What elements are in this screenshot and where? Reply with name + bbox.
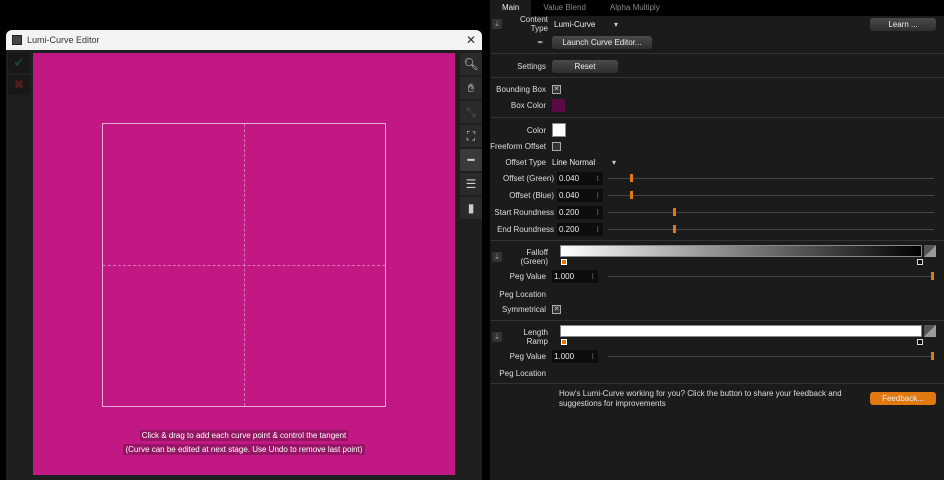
hint-line-1: Click & drag to add each curve point & c…: [139, 430, 349, 441]
gradient-tool-icon[interactable]: ▮: [460, 197, 482, 219]
slider-value-input[interactable]: 0.200: [557, 222, 603, 236]
slider-track[interactable]: [608, 191, 934, 199]
falloff-download-icon[interactable]: ⤓: [492, 252, 502, 262]
offset-type-dropdown[interactable]: Line Normal: [552, 158, 618, 167]
cancel-x-icon[interactable]: ✖: [8, 75, 30, 95]
pan-hand-icon[interactable]: ✋︎: [460, 77, 482, 99]
slider-thumb[interactable]: [629, 174, 633, 182]
falloff-ramp[interactable]: [560, 245, 922, 257]
length-peg-value-input[interactable]: 1.000: [552, 349, 598, 363]
offset-type-label: Offset Type: [505, 157, 546, 167]
bounding-box-checkbox[interactable]: ✕: [552, 84, 561, 94]
falloff-end-peg[interactable]: [917, 259, 923, 265]
length-peg-value-label: Peg Value: [509, 351, 546, 361]
slider-label: End Roundness: [497, 224, 554, 234]
properties-panel: Main Value Blend Alpha Multiply ⤓ Conten…: [490, 0, 944, 480]
title-bar: Lumi-Curve Editor ✕: [6, 30, 482, 50]
length-ramp-bar[interactable]: [560, 325, 922, 337]
feedback-text: How's Lumi-Curve working for you? Click …: [559, 389, 842, 408]
feedback-button[interactable]: Feedback...: [870, 392, 936, 405]
freeform-offset-checkbox[interactable]: [552, 141, 561, 151]
length-ramp-start-peg[interactable]: [561, 339, 567, 345]
color-swatch[interactable]: [552, 123, 566, 137]
tab-alpha-multiply[interactable]: Alpha Multiply: [598, 0, 672, 16]
slider-row: Offset (Green) 0.040: [490, 171, 944, 185]
slider-label: Offset (Green): [503, 173, 554, 183]
slider-row: End Roundness 0.200: [490, 222, 944, 236]
symmetrical-checkbox[interactable]: ✕: [552, 304, 561, 314]
reset-button[interactable]: Reset: [552, 59, 618, 73]
falloff-start-peg[interactable]: [561, 259, 567, 265]
content-type-dropdown[interactable]: Lumi-Curve: [554, 20, 620, 29]
curve-grid-box: [102, 123, 386, 407]
hint-line-2: (Curve can be edited at next stage. Use …: [123, 444, 365, 455]
slider-label: Start Roundness: [494, 207, 554, 217]
slider-row: Offset (Blue) 0.040: [490, 188, 944, 202]
falloff-peg-slider[interactable]: [608, 272, 934, 280]
freeform-offset-label: Freeform Offset: [490, 141, 546, 151]
zoom-search-icon[interactable]: 🔍︎: [460, 53, 482, 75]
slider-track[interactable]: [608, 208, 934, 216]
slider-value-input[interactable]: 0.200: [557, 205, 603, 219]
slider-track[interactable]: [608, 225, 934, 233]
box-color-swatch[interactable]: [552, 98, 565, 112]
fit-frame-icon[interactable]: ⛶: [460, 125, 482, 147]
falloff-peg-location-label: Peg Location: [499, 289, 546, 299]
symmetrical-label: Symmetrical: [501, 304, 546, 314]
slider-thumb[interactable]: [629, 191, 633, 199]
length-ramp-label: Length Ramp: [523, 328, 548, 346]
content-type-label: Content Type: [519, 15, 548, 33]
length-ramp-download-icon[interactable]: ⤓: [492, 332, 502, 342]
pen-icon: ✒: [537, 37, 544, 47]
settings-label: Settings: [517, 61, 546, 71]
confirm-check-icon[interactable]: ✔: [8, 53, 30, 73]
tab-main[interactable]: Main: [490, 0, 532, 16]
collapse-icon[interactable]: ⤡: [460, 101, 482, 123]
close-icon[interactable]: ✕: [466, 33, 476, 47]
slider-value-input[interactable]: 0.040: [557, 188, 603, 202]
window-title: Lumi-Curve Editor: [27, 35, 100, 45]
bounding-box-label: Bounding Box: [496, 84, 546, 94]
falloff-label: Falloff (Green): [520, 248, 548, 266]
launch-curve-editor-button[interactable]: Launch Curve Editor...: [552, 35, 652, 49]
learn-button[interactable]: Learn ...: [870, 17, 936, 31]
length-ramp-curve-icon[interactable]: [924, 325, 936, 337]
curve-canvas[interactable]: Click & drag to add each curve point & c…: [33, 53, 455, 475]
tab-value-blend[interactable]: Value Blend: [531, 0, 598, 16]
box-color-label: Box Color: [510, 100, 546, 110]
color-label: Color: [526, 125, 546, 135]
length-ramp-end-peg[interactable]: [917, 339, 923, 345]
slider-label: Offset (Blue): [509, 190, 554, 200]
length-peg-location-label: Peg Location: [499, 368, 546, 378]
length-peg-slider[interactable]: [608, 352, 934, 360]
multi-line-tool-icon[interactable]: ☰: [460, 173, 482, 195]
falloff-curve-icon[interactable]: [924, 245, 936, 257]
slider-track[interactable]: [608, 174, 934, 182]
slider-thumb[interactable]: [673, 225, 677, 233]
falloff-peg-value-input[interactable]: 1.000: [552, 269, 598, 283]
download-icon[interactable]: ⤓: [492, 19, 502, 29]
slider-value-input[interactable]: 0.040: [557, 171, 603, 185]
falloff-peg-value-label: Peg Value: [509, 271, 546, 281]
app-icon: [12, 35, 22, 45]
slider-row: Start Roundness 0.200: [490, 205, 944, 219]
curve-editor-window: Lumi-Curve Editor ✕ ✔ ✖ Click & drag to …: [6, 30, 482, 480]
line-tool-icon[interactable]: ━: [460, 149, 482, 171]
slider-thumb[interactable]: [673, 208, 677, 216]
